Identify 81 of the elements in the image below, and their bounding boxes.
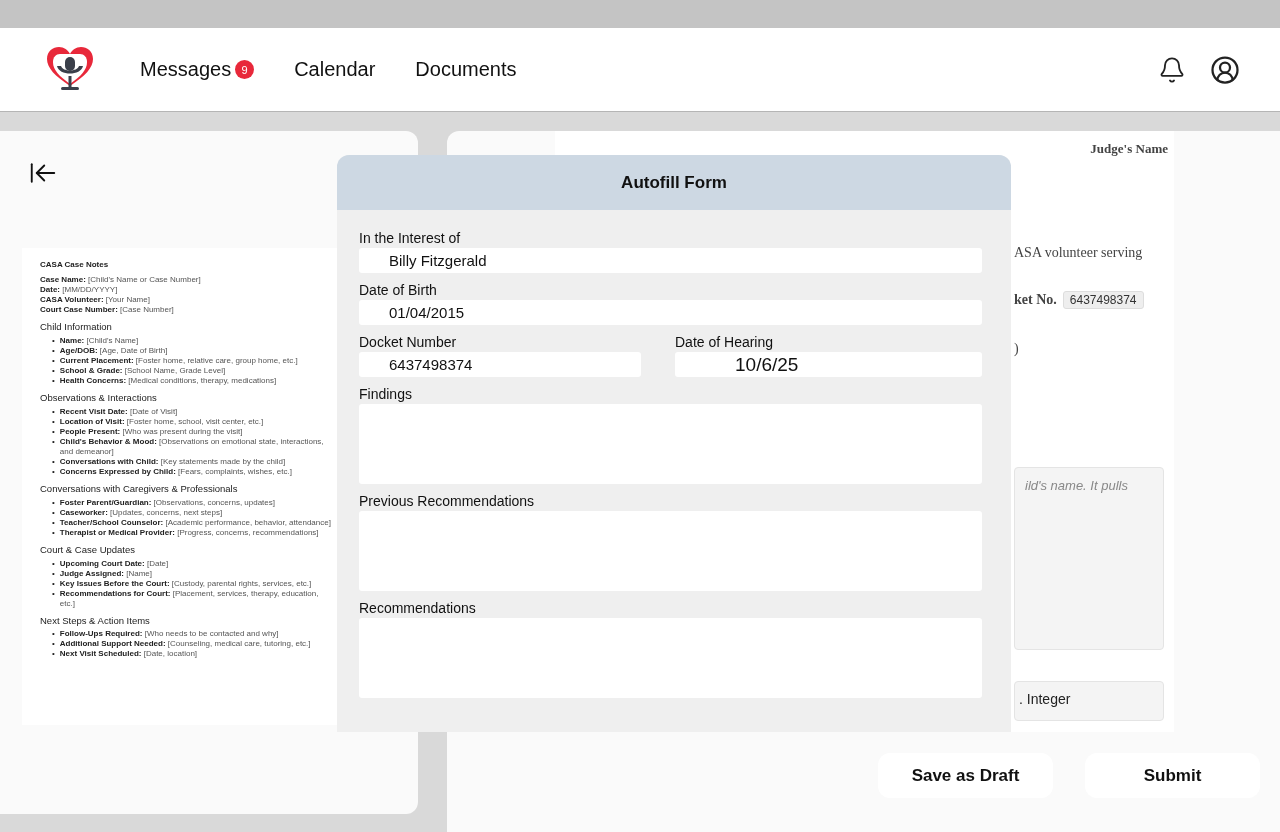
document-line: CASA Volunteer: [Your Name] <box>40 295 151 305</box>
document-heading: Child Information <box>40 321 113 333</box>
document-line: Health Concerns: [Medical conditions, therapy, medications] <box>59 375 278 386</box>
document-line: School & Grade: [School Name, Grade Level] <box>59 365 227 376</box>
list-marker: • <box>52 466 55 477</box>
document-line: Caseworker: [Updates, concerns, next steps] <box>59 507 224 518</box>
document-line: Current Placement: [Foster home, relative care, group home, etc.] <box>59 355 299 366</box>
user-icon[interactable] <box>1210 54 1240 85</box>
document-heading: Court & Case Updates <box>40 543 137 556</box>
document-line: ket No. <box>1014 292 1057 308</box>
action-button[interactable]: Submit <box>1085 753 1260 798</box>
list-marker: • <box>52 588 55 600</box>
text-box: ild's name. It pulls <box>1014 467 1164 650</box>
document-line: Next Visit Scheduled: [Date, location] <box>59 649 199 660</box>
document-line: Foster Parent/Guardian: [Observations, concerns, updates] <box>59 497 276 508</box>
document-heading: Conversations with Caregivers & Professionals <box>40 482 239 495</box>
document-line: Conversations with Child: [Key statements made by the child] <box>59 456 287 467</box>
field-label: Recommendations <box>359 600 477 616</box>
field-label: Date of Birth <box>359 282 438 298</box>
document-line: Judge Assigned: [Name] <box>59 568 153 579</box>
document-line: Follow-Ups Required: [Who needs to be contacted and why] <box>59 629 280 640</box>
nav-link[interactable]: Documents <box>415 58 517 81</box>
list-marker: • <box>52 406 55 417</box>
docket-chip: 6437498374 <box>1062 291 1144 309</box>
document-line: Recent Visit Date: [Date of Visit] <box>59 406 179 417</box>
document-line: Concerns Expressed by Child: [Fears, complaints, wishes, etc.] <box>59 466 293 477</box>
list-marker: • <box>52 426 55 437</box>
nav-link[interactable]: Calendar <box>294 58 376 81</box>
input-field[interactable]: 6437498374 <box>359 352 641 377</box>
document-line: Date: [MM/DD/YYYY] <box>40 285 119 295</box>
list-marker: • <box>52 649 55 660</box>
list-marker: • <box>52 456 55 467</box>
list-marker: • <box>52 365 55 376</box>
input-field[interactable]: 10/6/25 <box>675 352 982 377</box>
document-line: Teacher/School Counselor: [Academic performance, behavior, attendance] <box>59 517 332 528</box>
input-field[interactable]: 01/04/2015 <box>359 300 982 325</box>
document-line: Additional Support Needed: [Counseling, medical care, tutoring, etc.] <box>59 639 312 650</box>
list-marker: • <box>52 375 55 386</box>
document-heading: Next Steps & Action Items <box>40 614 151 627</box>
list-marker: • <box>52 578 55 589</box>
modal-title: Autofill Form <box>337 155 1011 210</box>
field-label: Date of Hearing <box>675 334 775 350</box>
list-marker: • <box>52 345 55 356</box>
document-heading: Observations & Interactions <box>40 391 158 404</box>
document-line: Therapist or Medical Provider: [Progress, concerns, recommendations] <box>59 527 320 538</box>
list-marker: • <box>52 568 55 579</box>
list-marker: • <box>52 355 55 366</box>
list-marker: • <box>52 335 55 346</box>
count-badge: 9 <box>235 60 255 79</box>
field-label: Previous Recommendations <box>359 493 536 509</box>
bell-icon[interactable] <box>1158 55 1186 84</box>
document-line: Name: [Child's Name] <box>59 335 140 346</box>
list-marker: • <box>52 629 55 640</box>
document-line: Age/DOB: [Age, Date of Birth] <box>59 345 169 356</box>
document-line: Upcoming Court Date: [Date] <box>59 558 170 569</box>
document-line: Court Case Number: [Case Number] <box>40 305 175 315</box>
list-marker: • <box>52 517 55 528</box>
document-line: Location of Visit: [Foster home, school, visit center, etc.] <box>59 416 265 427</box>
field-label: Docket Number <box>359 334 458 350</box>
document-line: Child's Behavior & Mood: [Observations on emotional state, interactions, and demeanor] <box>59 436 325 457</box>
document-line: Key Issues Before the Court: [Custody, parental rights, services, etc.] <box>59 578 313 589</box>
list-marker: • <box>52 507 55 518</box>
action-button[interactable]: Save as Draft <box>878 753 1053 798</box>
document-line: ASA volunteer serving <box>1014 245 1144 261</box>
text-box: . Integer <box>1014 681 1164 721</box>
list-marker: • <box>52 639 55 650</box>
document-line: Judge's Name <box>1090 141 1168 157</box>
document-line: Recommendations for Court: [Placement, services, therapy, education, etc.] <box>59 588 320 609</box>
list-marker: • <box>52 527 55 538</box>
field-label: In the Interest of <box>359 230 462 246</box>
nav-link[interactable]: Messages 9 <box>140 58 255 81</box>
list-marker: • <box>52 558 55 569</box>
input-field[interactable]: Billy Fitzgerald <box>359 248 982 273</box>
list-marker: • <box>52 436 55 448</box>
list-marker: • <box>52 497 55 508</box>
document-line: ) <box>1014 341 1020 357</box>
document-line: People Present: [Who was present during the visit] <box>59 426 244 437</box>
document-line: Case Name: [Child's Name or Case Number] <box>40 275 202 285</box>
document-title: CASA Case Notes <box>40 260 110 270</box>
list-marker: • <box>52 416 55 427</box>
field-label: Findings <box>359 386 413 402</box>
